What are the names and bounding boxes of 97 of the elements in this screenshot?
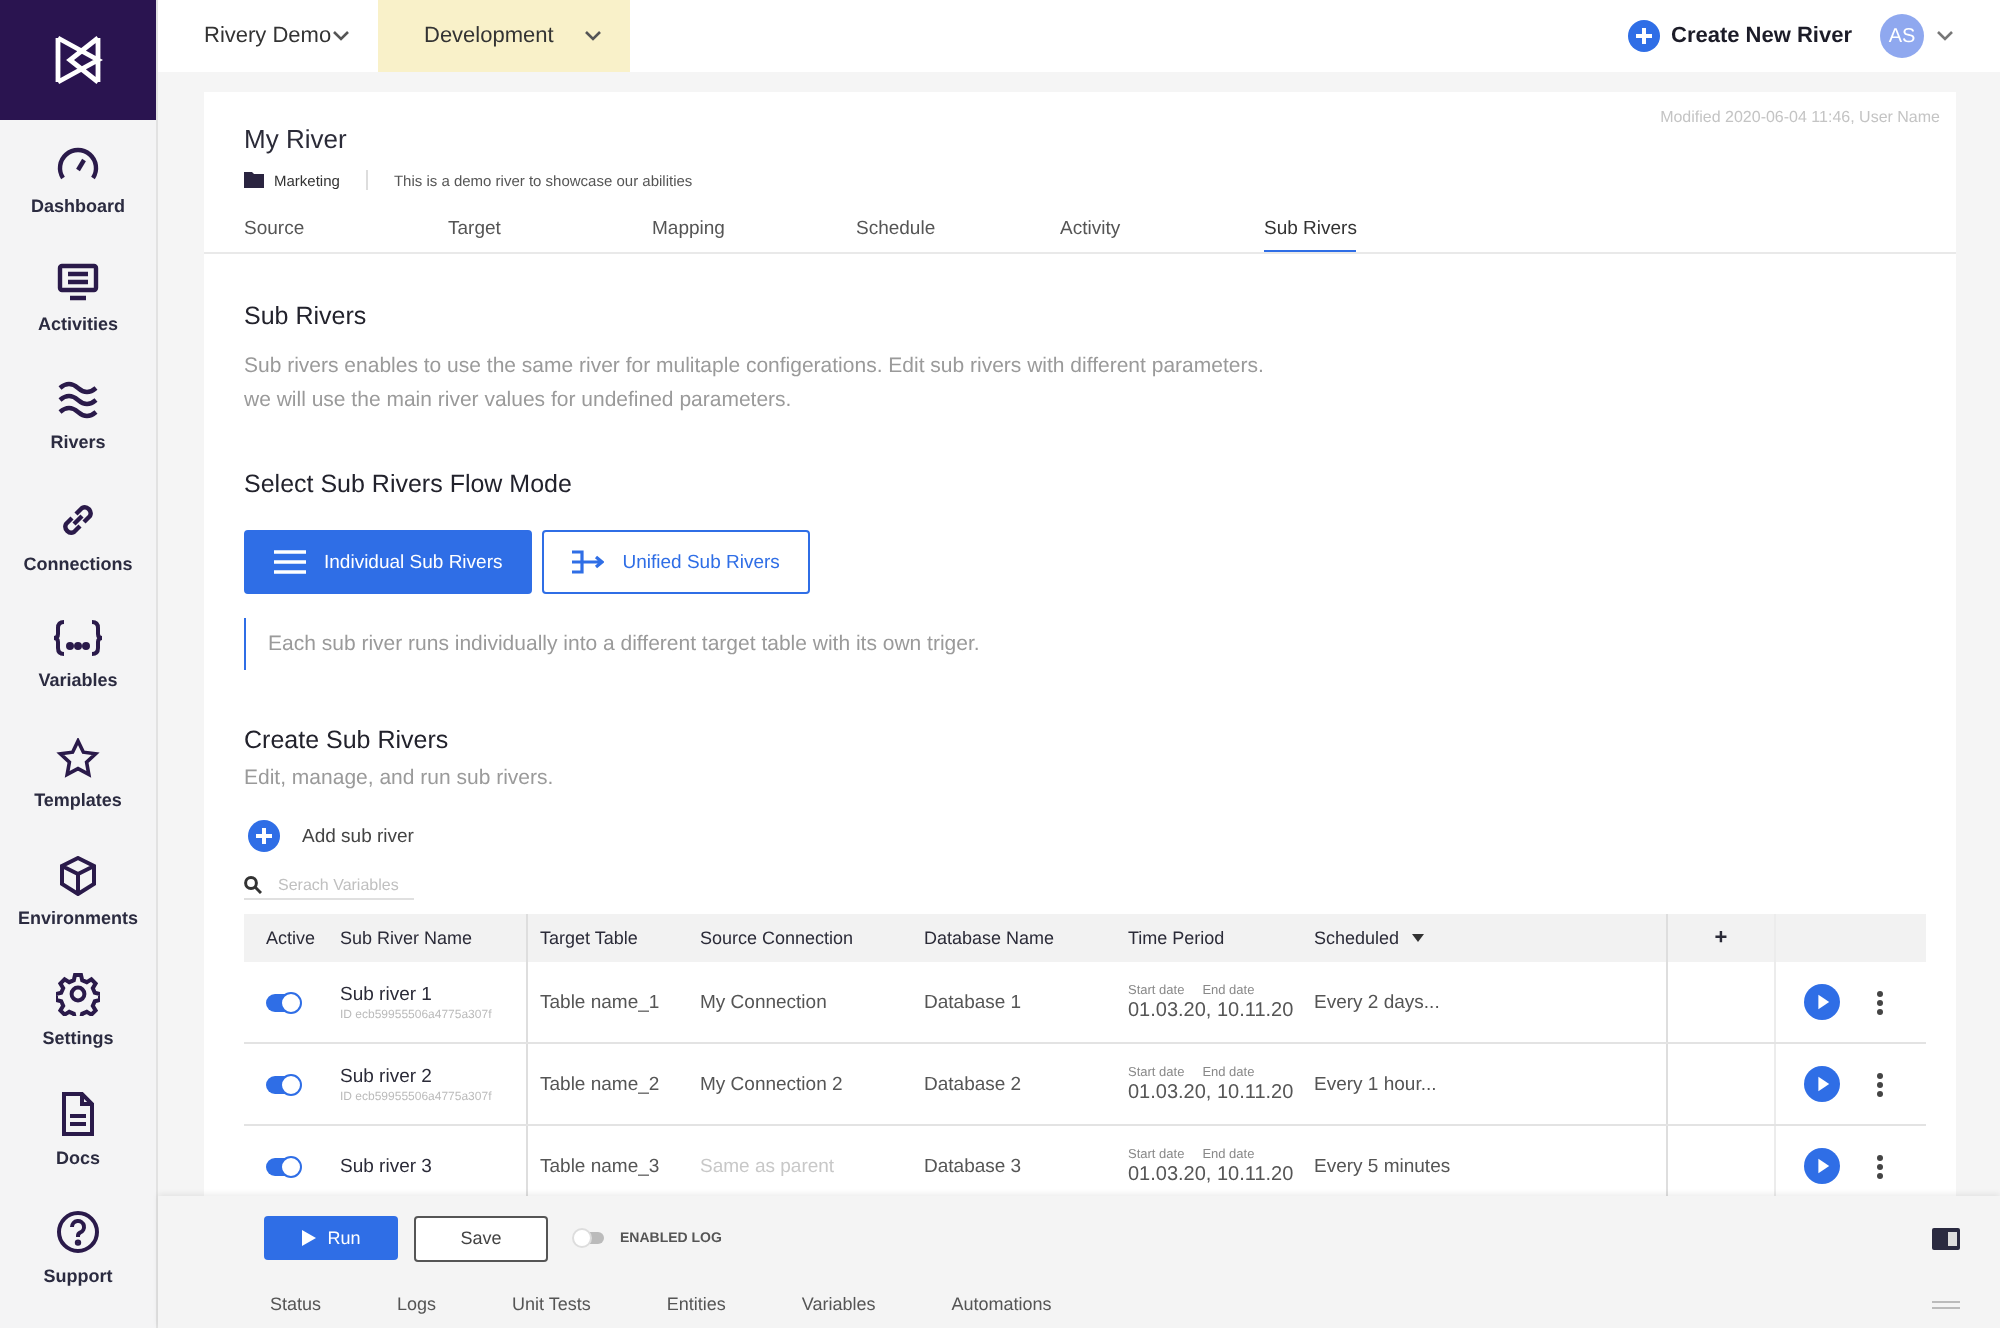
table-cell: My Connection [700, 991, 827, 1013]
section-heading: Sub Rivers [244, 302, 369, 330]
more-icon[interactable] [1876, 1153, 1884, 1179]
column-header[interactable]: + [1668, 914, 1776, 962]
gauge-icon [56, 143, 100, 184]
active-toggle[interactable] [266, 1075, 300, 1093]
column-header: Database Name [922, 926, 1057, 952]
sidebar-item[interactable]: Support [0, 1189, 156, 1308]
monitor-icon [56, 262, 100, 303]
plus-circle-icon [1627, 20, 1659, 52]
sub-river-name: Sub river 3 [340, 1155, 432, 1177]
section-heading: Create Sub Rivers [244, 726, 451, 754]
log-toggle[interactable] [576, 1232, 604, 1244]
sub-river-name: Sub river 2 [340, 1065, 432, 1087]
settings-icon [56, 972, 100, 1017]
tab[interactable]: Mapping [652, 212, 856, 252]
flow-mode-button[interactable]: Unified Sub Rivers [542, 530, 810, 594]
plus-circle-icon [248, 820, 280, 852]
more-icon[interactable] [1876, 1071, 1884, 1097]
active-toggle[interactable] [266, 1157, 300, 1175]
create-river-button[interactable]: Create New River [1627, 20, 1852, 52]
add-sub-river-button[interactable]: Add sub river [244, 820, 414, 852]
folder-icon [244, 172, 264, 188]
table-cell: Database 1 [924, 991, 1022, 1013]
column-header: Active [264, 926, 318, 952]
panel-icon[interactable] [1932, 1227, 1960, 1249]
help-icon [56, 1210, 100, 1255]
merge-icon [572, 550, 605, 574]
bottom-tab[interactable]: Variables [801, 1294, 876, 1314]
bottom-tab[interactable]: Status [270, 1294, 322, 1314]
play-icon [301, 1230, 316, 1246]
sub-river-name: Sub river 1 [340, 983, 432, 1005]
table-cell: My Connection 2 [700, 1073, 843, 1095]
logo-tile[interactable] [0, 0, 156, 120]
chevron-down-icon[interactable] [1936, 30, 1954, 42]
modified-text: Modified 2020-06-04 11:46, User Name [1660, 108, 1940, 126]
tab[interactable]: Activity [1060, 212, 1264, 252]
table-cell: Table name_1 [540, 991, 660, 1013]
sidebar-item[interactable]: Activities [0, 238, 156, 358]
bottom-tab[interactable]: Unit Tests [512, 1294, 591, 1314]
time-period: 01.03.20, 10.11.20 [1128, 999, 1294, 1021]
sidebar-item[interactable]: Templates [0, 713, 156, 833]
star-icon [56, 737, 100, 778]
section-heading: Select Sub Rivers Flow Mode [244, 470, 574, 498]
chevron-down-icon [584, 30, 602, 42]
table-cell: Every 2 days... [1314, 991, 1440, 1013]
river-title: My River [244, 124, 347, 154]
logo-icon [52, 34, 104, 86]
play-button[interactable] [1804, 984, 1840, 1020]
bottom-tab[interactable]: Automations [951, 1294, 1052, 1314]
section-description: Edit, manage, and run sub rivers. [244, 766, 556, 790]
column-header: Time Period [1126, 926, 1227, 952]
bottom-tab[interactable]: Logs [397, 1294, 437, 1314]
sidebar-item[interactable]: Connections [0, 476, 156, 596]
flow-mode-button[interactable]: Individual Sub Rivers [244, 530, 533, 594]
sidebar-item[interactable]: Settings [0, 951, 156, 1071]
table-cell: Database 2 [924, 1073, 1022, 1095]
active-toggle[interactable] [266, 993, 300, 1011]
chevron-down-icon [332, 30, 350, 42]
sidebar-item[interactable]: Rivers [0, 357, 156, 477]
time-period: 01.03.20, 10.11.20 [1128, 1081, 1294, 1103]
account-dropdown[interactable]: Rivery Demo [158, 0, 378, 72]
drag-handle-icon[interactable] [1932, 1299, 1960, 1309]
mode-note: Each sub river runs individually into a different target table with its own triger. [244, 618, 1924, 670]
waves-icon [56, 380, 100, 421]
sidebar-item[interactable]: Environments [0, 832, 156, 952]
column-header: Target Table [538, 926, 640, 952]
environment-dropdown[interactable]: Development [378, 0, 630, 72]
section-description: Sub rivers enables to use the same river for mulitaple configerations. Edit sub rivers with different parameters. we will use the main river values for undefined parameters. [244, 352, 1266, 416]
column-header: Sub River Name [328, 914, 528, 962]
table-cell: Every 1 hour... [1314, 1073, 1437, 1095]
run-button[interactable]: Run [264, 1216, 398, 1260]
play-button[interactable] [1804, 1066, 1840, 1102]
play-button[interactable] [1804, 1148, 1840, 1184]
search-icon [244, 876, 262, 894]
tab[interactable]: Source [244, 212, 448, 252]
column-header: Scheduled [1302, 914, 1668, 962]
bottom-tab[interactable]: Entities [666, 1294, 726, 1314]
more-icon[interactable] [1876, 989, 1884, 1015]
table-cell: Table name_3 [540, 1155, 660, 1177]
sidebar-item[interactable]: Dashboard [0, 120, 156, 239]
tab[interactable]: Schedule [856, 212, 1060, 252]
braces-icon [52, 618, 104, 659]
table-cell: Database 3 [924, 1155, 1022, 1177]
sort-caret-icon [1411, 934, 1424, 942]
time-period: 01.03.20, 10.11.20 [1128, 1163, 1294, 1185]
column-header: Source Connection [698, 926, 856, 952]
cube-icon [56, 856, 100, 897]
tab[interactable]: Target [448, 212, 652, 252]
sidebar-item[interactable]: Docs [0, 1070, 156, 1190]
document-icon [58, 1091, 98, 1136]
list-icon [274, 550, 306, 574]
table-cell: Every 5 minutes [1314, 1155, 1451, 1177]
sidebar-item[interactable]: Variables [0, 595, 156, 714]
save-button[interactable]: Save [414, 1215, 548, 1261]
table-cell: Table name_2 [540, 1073, 660, 1095]
tab[interactable]: Sub Rivers [1264, 212, 1357, 252]
